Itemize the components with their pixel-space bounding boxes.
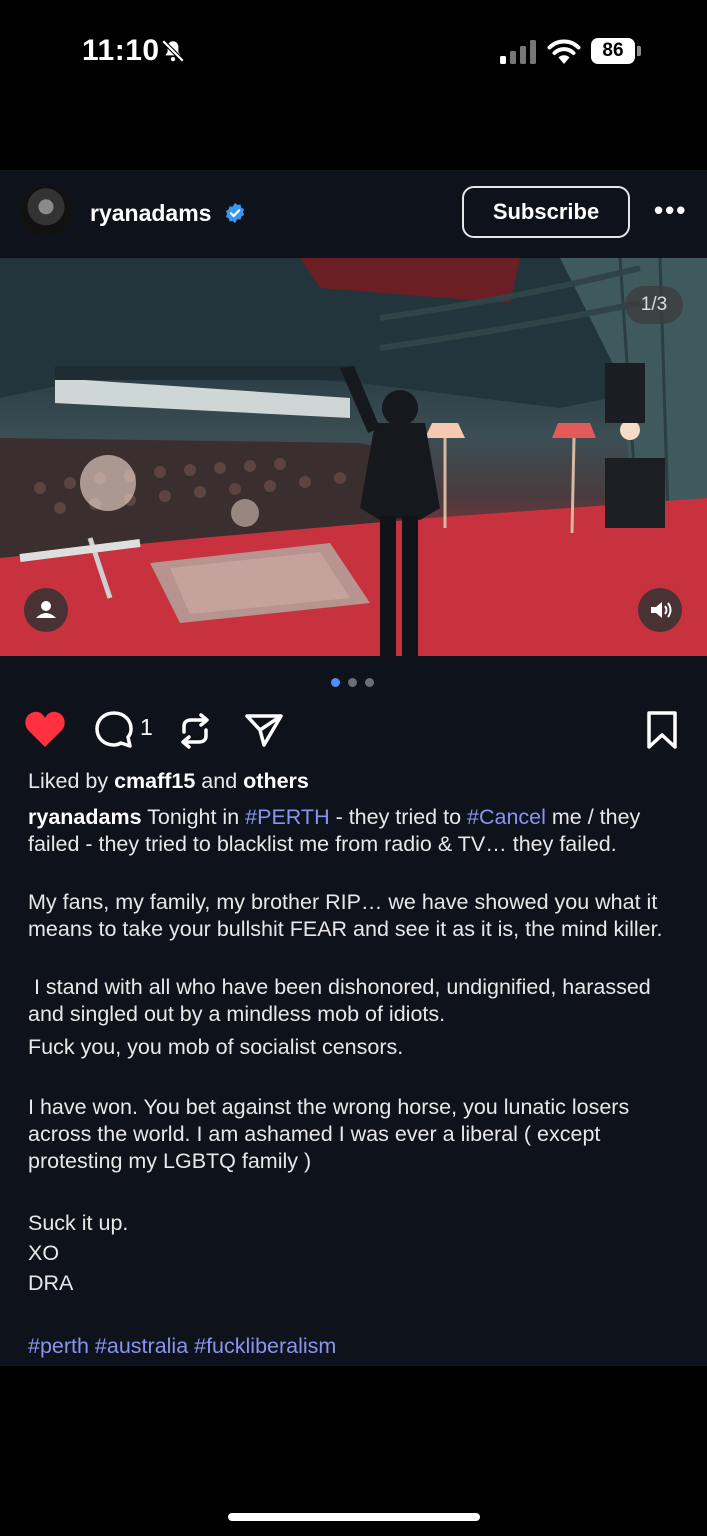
subscribe-button[interactable]: Subscribe (462, 186, 630, 238)
caption-paragraph-4: Fuck you, you mob of socialist censors. (28, 1035, 404, 1059)
bell-slash-icon (161, 39, 185, 63)
action-bar: 1 (0, 706, 707, 756)
liked-by: Liked by cmaff15 and others (28, 768, 688, 795)
battery-level: 86 (591, 38, 635, 64)
speaker-icon (651, 602, 672, 618)
status-time: 11:10 (82, 34, 160, 67)
liked-by-user[interactable]: cmaff15 (114, 769, 195, 793)
concert-photo (0, 258, 707, 656)
carousel-indicator (331, 678, 377, 688)
home-indicator[interactable] (228, 1513, 480, 1521)
caption-paragraph-7: XO (28, 1241, 60, 1265)
bookmark-icon[interactable] (645, 710, 679, 750)
caption-text: - they tried to (329, 805, 468, 829)
liked-by-prefix: Liked by (28, 769, 115, 793)
post-card: ryanadams Subscribe ••• 1/3 1 Liked by c… (0, 170, 707, 1366)
hashtag-cancel[interactable]: #Cancel (467, 805, 546, 829)
status-bar: 11:10 86 (0, 0, 707, 110)
sound-toggle[interactable] (638, 588, 682, 632)
hashtag-perth[interactable]: #PERTH (245, 805, 329, 829)
caption-paragraph-1: ryanadams Tonight in #PERTH - they tried… (28, 804, 688, 858)
caption-paragraph-3: I stand with all who have been dishonore… (28, 975, 657, 1026)
person-icon (36, 601, 56, 618)
repost-icon[interactable] (176, 712, 214, 750)
caption-paragraph-8: DRA (28, 1271, 74, 1295)
caption-paragraph-2: My fans, my family, my brother RIP… we h… (28, 890, 663, 941)
comment-count: 1 (140, 714, 153, 740)
tagged-users-button[interactable] (24, 588, 68, 632)
wifi-icon (547, 39, 581, 64)
media-counter: 1/3 (625, 286, 683, 324)
verified-badge-icon (225, 202, 245, 224)
caption-text: Tonight in (141, 805, 246, 829)
liked-by-middle: and (195, 769, 244, 793)
heart-icon[interactable] (24, 710, 66, 748)
caption-paragraph-5: I have won. You bet against the wrong ho… (28, 1095, 630, 1173)
carousel-dot-1 (331, 678, 340, 687)
post-header: ryanadams Subscribe ••• (0, 170, 707, 258)
more-options-icon[interactable]: ••• (654, 197, 687, 223)
post-username[interactable]: ryanadams (90, 200, 211, 227)
caption-author[interactable]: ryanadams (28, 805, 142, 829)
send-icon[interactable] (244, 711, 284, 749)
liked-by-others[interactable]: others (243, 769, 309, 793)
battery-icon: 86 (591, 38, 643, 64)
avatar[interactable] (20, 186, 72, 238)
carousel-dot-3 (365, 678, 374, 687)
comment-icon[interactable] (93, 710, 135, 750)
caption-hashtags[interactable]: #perth #australia #fuckliberalism (28, 1333, 688, 1360)
cellular-signal-icon (500, 40, 536, 64)
caption-paragraph-6: Suck it up. (28, 1211, 129, 1235)
carousel-dot-2 (348, 678, 357, 687)
post-media[interactable]: 1/3 (0, 258, 707, 656)
